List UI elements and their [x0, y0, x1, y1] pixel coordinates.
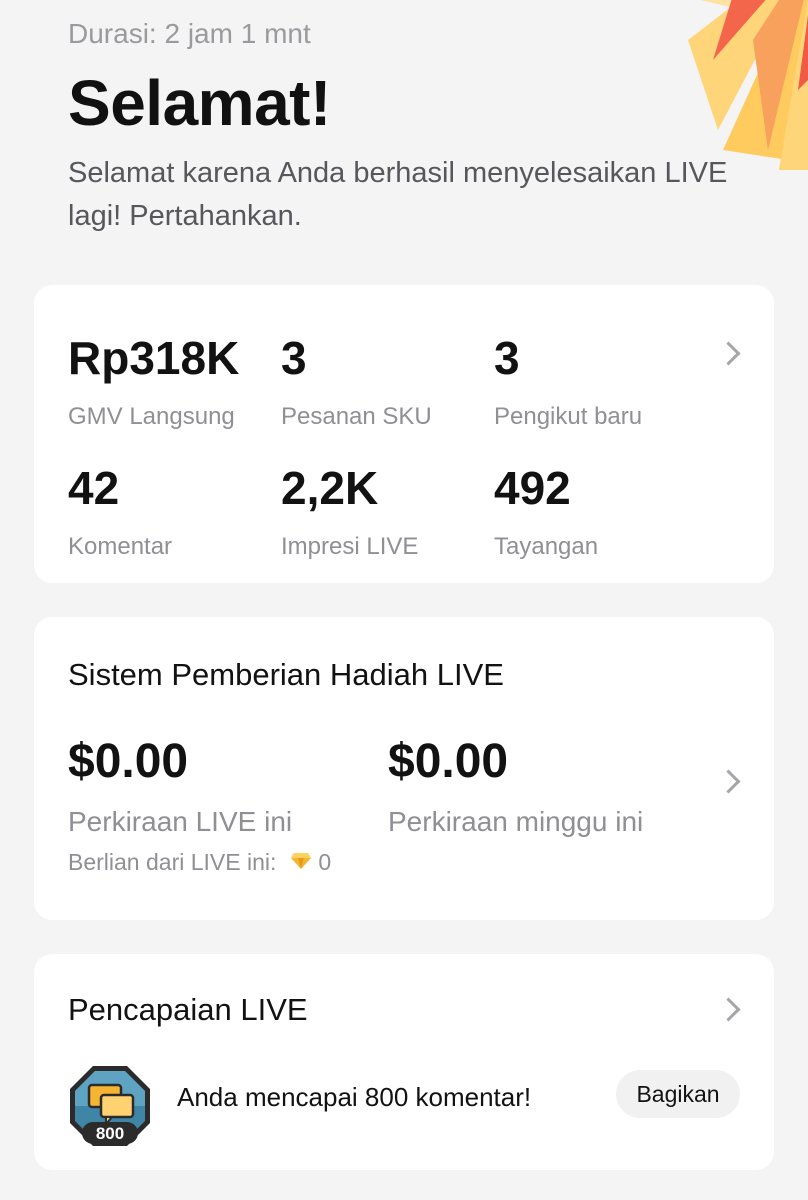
stat-live-impressions: 2,2K Impresi LIVE: [281, 465, 418, 561]
page-title: Selamat!: [68, 67, 331, 139]
stat-label: Pengikut baru: [494, 403, 643, 430]
live-estimate-label: Perkiraan LIVE ini: [68, 806, 293, 837]
page-subtitle: Selamat karena Anda berhasil menyelesaik…: [68, 157, 728, 232]
week-estimate-value: $0.00: [388, 735, 509, 788]
diamonds-count: 0: [318, 849, 332, 875]
chevron-right-icon[interactable]: [716, 997, 741, 1022]
stat-label: GMV Langsung: [68, 403, 235, 430]
stat-new-followers: 3 Pengikut baru: [494, 335, 642, 431]
week-estimate: $0.00 Perkiraan minggu ini: [388, 738, 643, 838]
chevron-right-icon[interactable]: [716, 769, 741, 794]
gift-card-title: Sistem Pemberian Hadiah LIVE: [68, 657, 504, 692]
stat-sku-orders: 3 Pesanan SKU: [281, 335, 432, 431]
stat-value: 3: [281, 332, 307, 384]
stat-gmv: Rp318K GMV Langsung: [68, 335, 239, 431]
week-estimate-label: Perkiraan minggu ini: [388, 806, 644, 837]
chevron-right-icon[interactable]: [716, 341, 741, 366]
achievement-text: Anda mencapai 800 komentar!: [177, 1082, 532, 1112]
stat-views: 492 Tayangan: [494, 465, 598, 561]
stat-value: 492: [494, 462, 571, 514]
celebration-burst-decoration: [508, 0, 808, 170]
achievements-title: Pencapaian LIVE: [68, 992, 308, 1027]
stat-label: Impresi LIVE: [281, 533, 419, 560]
live-duration: Durasi: 2 jam 1 mnt: [68, 18, 311, 49]
stat-label: Pesanan SKU: [281, 403, 432, 430]
stat-value: 2,2K: [281, 462, 379, 514]
comments-badge-icon: 800: [68, 1064, 152, 1148]
live-achievements-card[interactable]: Pencapaian LIVE 800 Anda mencapai 800 ko…: [34, 954, 774, 1170]
stat-value: 42: [68, 462, 120, 514]
stat-label: Tayangan: [494, 533, 599, 560]
diamond-icon: [290, 849, 312, 876]
badge-number: 800: [96, 1124, 124, 1143]
live-gift-system-card[interactable]: Sistem Pemberian Hadiah LIVE $0.00 Perki…: [34, 617, 774, 920]
stat-value: Rp318K: [68, 332, 240, 384]
diamonds-row: Berlian dari LIVE ini: 0: [68, 849, 331, 876]
live-estimate: $0.00 Perkiraan LIVE ini: [68, 738, 292, 838]
live-stats-card[interactable]: Rp318K GMV Langsung 3 Pesanan SKU 3 Peng…: [34, 285, 774, 583]
stat-value: 3: [494, 332, 520, 384]
live-estimate-value: $0.00: [68, 735, 189, 788]
share-button[interactable]: Bagikan: [616, 1070, 740, 1118]
stat-label: Komentar: [68, 533, 173, 560]
stat-comments: 42 Komentar: [68, 465, 172, 561]
diamonds-label: Berlian dari LIVE ini:: [68, 849, 277, 875]
